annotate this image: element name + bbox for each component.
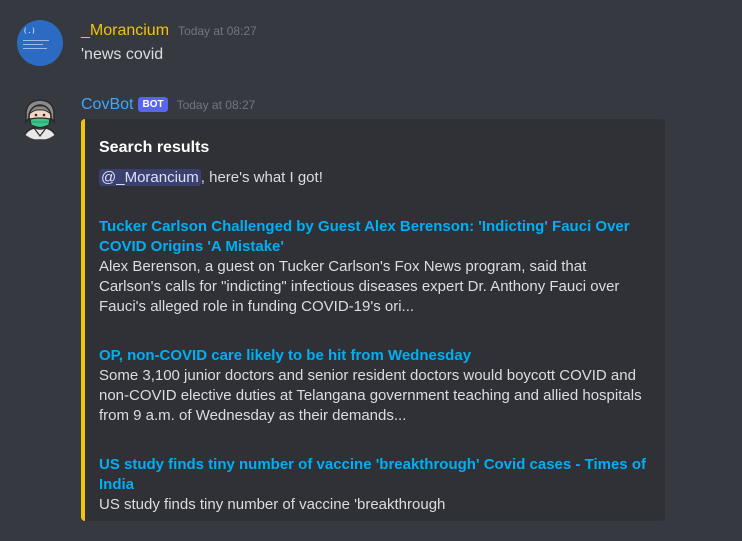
embed-title: Search results [99, 139, 210, 156]
result-link[interactable]: US study finds tiny number of vaccine 'b… [99, 455, 649, 495]
timestamp[interactable]: Today at 08:27 [178, 24, 257, 38]
user-mention[interactable]: @_Morancium [99, 169, 201, 186]
user-avatar[interactable]: (.) [17, 20, 63, 66]
result-link[interactable]: OP, non-COVID care likely to be hit from… [99, 346, 649, 366]
message-morancium: (.) _Morancium Today at 08:27 'news covi… [0, 14, 742, 74]
masked-person-icon [22, 99, 58, 140]
search-results-embed: Search results @_Morancium, here's what … [81, 119, 665, 521]
embed-description-text: , here's what I got! [200, 169, 323, 186]
search-result-item: US study finds tiny number of vaccine 'b… [99, 455, 649, 515]
bot-badge: BOT [138, 97, 168, 112]
embed-description: @_Morancium, here's what I got! [99, 168, 649, 188]
result-description: Some 3,100 junior doctors and senior res… [99, 367, 642, 424]
result-description: US study finds tiny number of vaccine 'b… [99, 496, 446, 513]
desktop-screenshot-icon: (.) [23, 28, 57, 50]
username[interactable]: _Morancium [81, 20, 169, 42]
search-result-item: OP, non-COVID care likely to be hit from… [99, 346, 649, 426]
message-header: _Morancium Today at 08:27 [81, 20, 257, 42]
message-header: CovBot BOT Today at 08:27 [81, 94, 255, 116]
bot-username[interactable]: CovBot [81, 94, 133, 116]
search-result-item: Tucker Carlson Challenged by Guest Alex … [99, 217, 649, 317]
bot-avatar[interactable] [17, 94, 63, 140]
message-content: 'news covid [81, 46, 164, 63]
result-description: Alex Berenson, a guest on Tucker Carlson… [99, 258, 620, 315]
timestamp[interactable]: Today at 08:27 [177, 98, 256, 112]
result-link[interactable]: Tucker Carlson Challenged by Guest Alex … [99, 217, 649, 257]
